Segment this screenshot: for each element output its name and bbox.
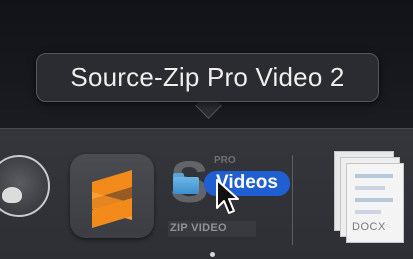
dock-app-sublime-text[interactable] xyxy=(70,154,154,238)
mouse-cursor-icon xyxy=(216,179,239,214)
source-zip-pro-text: PRO xyxy=(214,155,236,166)
docx-label: DOCX xyxy=(352,221,386,233)
dock-separator xyxy=(292,155,293,245)
dock-item-docx-document[interactable]: DOCX xyxy=(330,149,404,245)
running-indicator xyxy=(210,252,215,257)
dock-app-round[interactable] xyxy=(0,155,50,217)
sublime-text-icon xyxy=(92,170,132,228)
tooltip-text: Source-Zip Pro Video 2 xyxy=(70,62,345,92)
folder-icon xyxy=(172,172,200,194)
screen: Source-Zip Pro Video 2 S PRO ZIP VIDEO xyxy=(0,0,413,259)
source-zip-caption: ZIP VIDEO xyxy=(170,222,227,234)
app-tooltip: Source-Zip Pro Video 2 xyxy=(36,53,379,102)
dock-app-source-zip[interactable]: S PRO ZIP VIDEO xyxy=(166,150,258,243)
